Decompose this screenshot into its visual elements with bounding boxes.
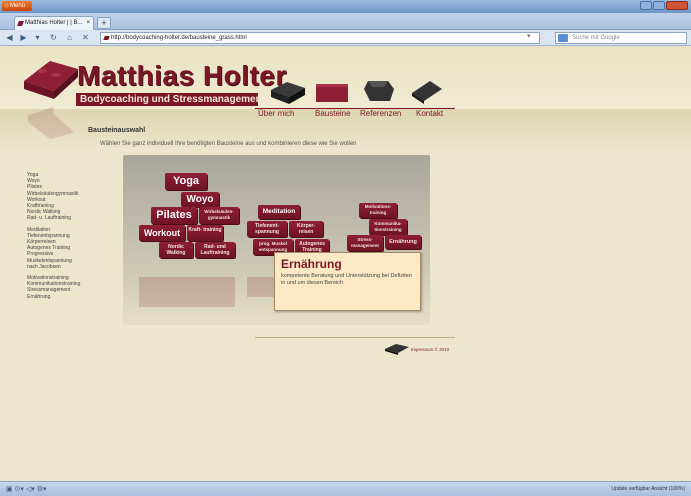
nav-link-bausteine[interactable]: Bausteine: [315, 109, 351, 118]
page-heading: Bausteinauswahl: [88, 127, 146, 134]
search-placeholder: Suche mit Google: [572, 35, 620, 41]
logo-reflection: [27, 106, 75, 140]
tab-title: Matthias Holter | | B...: [25, 20, 83, 26]
address-bar-url: http://bodycoaching-holter.de/bausteine_…: [111, 35, 247, 41]
status-icons[interactable]: ▣ ⊙▾ ◁▾ ⚙▾: [6, 485, 47, 493]
block-tiefenentspannung[interactable]: Tiefenent- spannung: [247, 221, 287, 237]
app-menu-label: Menü: [10, 3, 26, 9]
block-krafttraining[interactable]: Kraft- training: [187, 225, 223, 241]
address-bar[interactable]: http://bodycoaching-holter.de/bausteine_…: [100, 32, 540, 44]
nav-brick-referenzen-icon[interactable]: [360, 77, 398, 103]
site-icon: [103, 36, 110, 40]
block-koerperreisen[interactable]: Körper- reisen: [289, 221, 323, 237]
block-pilates[interactable]: Pilates: [151, 207, 197, 224]
nav-link-referenzen[interactable]: Referenzen: [360, 109, 401, 118]
block-kommunikation[interactable]: Kommunika- tionstraining: [369, 219, 407, 235]
nav-brick-kontakt-icon[interactable]: [408, 79, 446, 105]
home-icon[interactable]: ⌂: [64, 33, 75, 43]
nav-brick-bausteine-icon[interactable]: [313, 80, 351, 106]
favicon-icon: [17, 21, 24, 26]
site-title[interactable]: Matthias Holter: [77, 60, 287, 92]
info-text: kompetente Beratung und Unterstützung be…: [281, 273, 412, 286]
reload-icon[interactable]: ↻: [48, 33, 59, 43]
logo-brick-icon[interactable]: [20, 59, 82, 101]
tab-bar: Matthias Holter | | B... × +: [0, 13, 691, 30]
intro-text: Wählen Sie ganz individuell Ihre benötig…: [100, 141, 357, 147]
sidebar-item-ernaehrung[interactable]: Ernährung: [27, 294, 107, 300]
minimize-button[interactable]: [640, 1, 652, 10]
footer-impressum-link[interactable]: Impressum © 2010: [411, 347, 449, 352]
close-window-button[interactable]: [666, 1, 688, 10]
search-input[interactable]: Suche mit Google: [555, 32, 687, 44]
nav-brick-ueber-mich-icon[interactable]: [269, 80, 307, 106]
tab-close-icon[interactable]: ×: [86, 17, 90, 30]
footer-brick-icon: [385, 344, 409, 355]
browser-tab[interactable]: Matthias Holter | | B... ×: [14, 16, 94, 30]
maximize-button[interactable]: [653, 1, 665, 10]
navigation-toolbar: ◀ ▶ ▾ ↻ ⌂ ✕ http://bodycoaching-holter.d…: [0, 30, 691, 46]
new-tab-button[interactable]: +: [97, 17, 111, 29]
sidebar-menu: Yoga Woyo Pilates Wirbelsäulengymnastik …: [27, 172, 107, 300]
block-wirbelsaeule[interactable]: Wirbelsäulen- gymnastik: [199, 207, 239, 224]
history-icon[interactable]: ▾: [32, 33, 43, 43]
status-bar: ▣ ⊙▾ ◁▾ ⚙▾ Update verfügbar Ansicht (100…: [0, 481, 691, 496]
menu-logo-icon: [4, 3, 9, 8]
back-icon[interactable]: ◀: [4, 33, 15, 43]
block-motivation[interactable]: Motivations- training: [359, 203, 397, 218]
info-title: Ernährung: [281, 257, 342, 271]
block-stressmanagement[interactable]: Stress- management: [347, 235, 383, 251]
block-meditation[interactable]: Meditation: [258, 205, 300, 219]
info-tooltip: Ernährung kompetente Beratung und Unters…: [274, 252, 421, 311]
search-engine-icon[interactable]: [558, 34, 568, 42]
footer-divider: [255, 337, 455, 338]
block-ernaehrung[interactable]: Ernährung: [385, 235, 421, 249]
window-titlebar: Menü: [0, 0, 691, 13]
site-subtitle: Bodycoaching und Stressmanagement: [76, 93, 265, 106]
web-page: Matthias Holter Bodycoaching und Stressm…: [0, 47, 691, 481]
stop-icon[interactable]: ✕: [80, 33, 91, 43]
status-right-text[interactable]: Update verfügbar Ansicht (100%): [611, 486, 685, 492]
block-yoga[interactable]: Yoga: [165, 173, 207, 190]
nav-link-ueber-mich[interactable]: Über mich: [258, 109, 294, 118]
block-workout[interactable]: Workout: [139, 225, 185, 241]
block-woyo[interactable]: Woyo: [181, 192, 219, 207]
bookmark-star-icon[interactable]: ▾: [527, 32, 531, 40]
block-nordic-walking[interactable]: Nordic Walking: [159, 242, 193, 258]
app-menu-button[interactable]: Menü: [2, 1, 32, 11]
block-rad-lauf[interactable]: Rad- und Lauftraining: [195, 242, 235, 258]
forward-icon[interactable]: ▶: [18, 33, 29, 43]
nav-link-kontakt[interactable]: Kontakt: [416, 109, 443, 118]
